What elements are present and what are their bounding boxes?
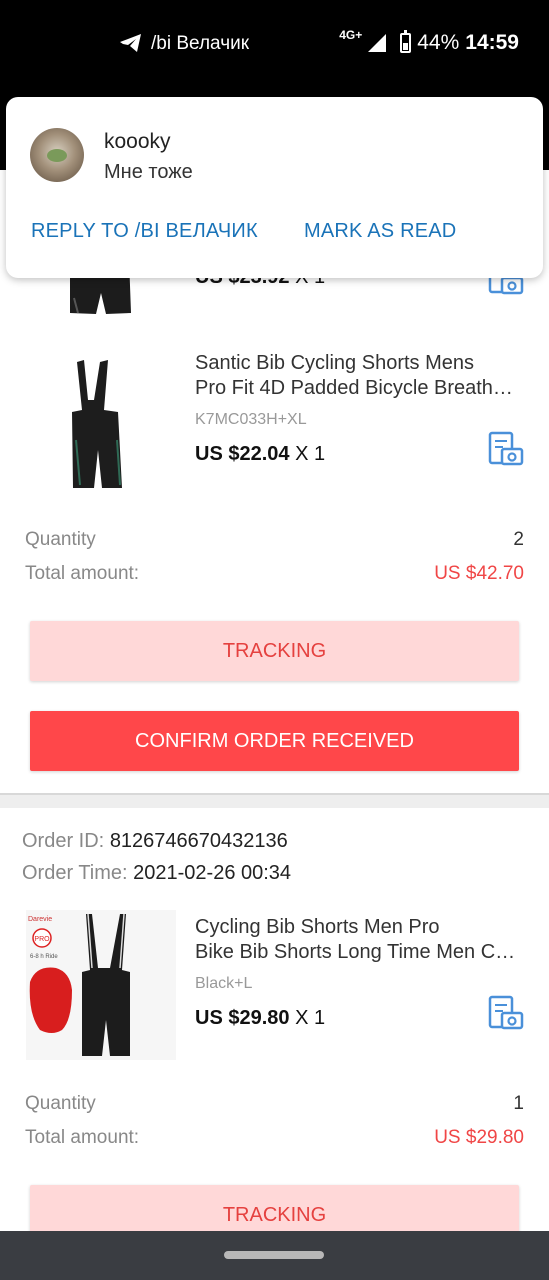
order-time-label: Order Time: xyxy=(22,862,128,884)
notification-message: Мне тоже xyxy=(104,161,193,183)
image-hours-text: 6-8 h Ride xyxy=(30,954,58,960)
tracking-button[interactable]: TRACKING xyxy=(30,621,519,681)
order-separator xyxy=(0,793,549,808)
clock: 14:59 xyxy=(465,31,519,54)
image-badge-text: PRO xyxy=(34,936,50,943)
image-brand-text: Darevie xyxy=(28,916,52,923)
product-price-line: US $22.04 X 1 xyxy=(195,443,326,465)
product-title[interactable]: Cycling Bib Shorts Men Pro Bike Bib Shor… xyxy=(195,915,527,965)
order-item[interactable]: Darevie PRO 6-8 h Ride Cycling Bib Short… xyxy=(0,910,549,1070)
total-row: Total amount: US $29.80 xyxy=(25,1127,524,1149)
product-image xyxy=(72,360,122,488)
notification-sender: koooky xyxy=(104,130,171,153)
order-time-line: Order Time: 2021-02-26 00:34 xyxy=(22,862,291,885)
battery-percent: 44% xyxy=(417,31,460,54)
product-sku: K7MC033H+XL xyxy=(195,411,307,428)
review-photo-icon[interactable] xyxy=(486,995,524,1033)
product-image: Darevie PRO 6-8 h Ride xyxy=(26,910,176,1060)
home-gesture-handle[interactable] xyxy=(224,1251,324,1259)
reply-button[interactable]: REPLY TO /BI ВЕЛАЧИК xyxy=(31,220,258,243)
quantity-value: 1 xyxy=(513,1093,524,1114)
product-title[interactable]: Santic Bib Cycling Shorts Mens Pro Fit 4… xyxy=(195,351,527,401)
mark-as-read-button[interactable]: MARK AS READ xyxy=(304,220,456,243)
navigation-bar xyxy=(0,1231,549,1280)
confirm-order-received-button[interactable]: CONFIRM ORDER RECEIVED xyxy=(30,711,519,771)
order-id-value: 8126746670432136 xyxy=(109,830,288,852)
review-photo-icon[interactable] xyxy=(486,431,524,469)
network-type: 4G+ xyxy=(339,28,363,42)
total-value: US $42.70 xyxy=(434,563,524,584)
total-row: Total amount: US $42.70 xyxy=(25,563,524,585)
total-value: US $29.80 xyxy=(434,1127,524,1148)
quantity-row: Quantity 1 xyxy=(25,1093,524,1115)
product-price-line: US $29.80 X 1 xyxy=(195,1007,326,1029)
quantity-label: Quantity xyxy=(25,529,96,550)
order-id-label: Order ID: xyxy=(22,830,105,852)
battery-icon xyxy=(400,30,412,53)
total-label: Total amount: xyxy=(25,1127,140,1148)
quantity-label: Quantity xyxy=(25,1093,96,1114)
product-sku: Black+L xyxy=(195,975,253,992)
telegram-icon xyxy=(120,34,141,52)
avatar xyxy=(30,128,84,182)
quantity-row: Quantity 2 xyxy=(25,529,524,551)
status-app-text: /bi Велачик xyxy=(151,33,250,54)
order-item[interactable]: Santic Bib Cycling Shorts Mens Pro Fit 4… xyxy=(0,340,549,500)
status-indicators: 4G+ 44% 14:59 xyxy=(339,28,519,55)
signal-icon xyxy=(368,34,387,52)
message-notification[interactable]: koooky Мне тоже REPLY TO /BI ВЕЛАЧИК MAR… xyxy=(6,97,543,278)
order-id-line: Order ID: 8126746670432136 xyxy=(22,830,288,853)
order-time-value: 2021-02-26 00:34 xyxy=(133,862,292,884)
quantity-value: 2 xyxy=(513,529,524,550)
total-label: Total amount: xyxy=(25,563,140,584)
